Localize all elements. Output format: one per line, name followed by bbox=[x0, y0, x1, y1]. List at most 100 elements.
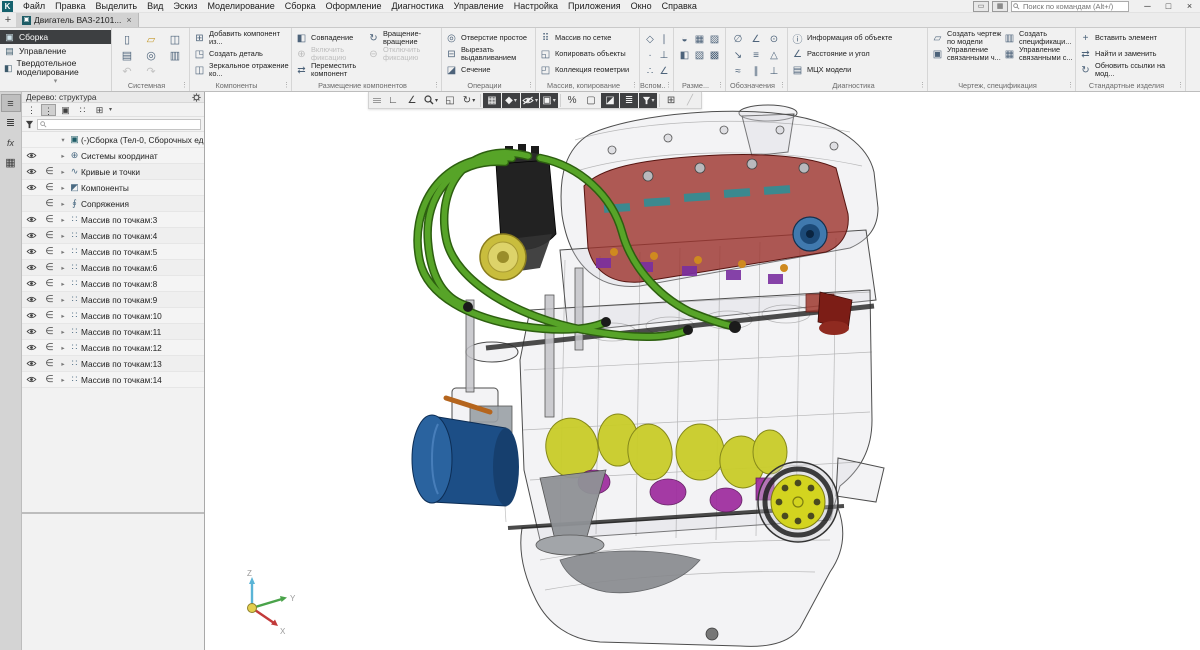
ribbon-command[interactable]: ◧Совпадение bbox=[295, 30, 367, 46]
visibility-eye-icon[interactable] bbox=[22, 215, 41, 225]
mode-tab-solid-modeling[interactable]: ◧ Твердотельное моделирование bbox=[0, 58, 111, 78]
document-tab[interactable]: ▣ Двигатель ВАЗ-2101... × bbox=[16, 13, 139, 27]
filter-funnel-icon[interactable] bbox=[25, 120, 34, 129]
group-options-icon[interactable]: ⋮ bbox=[631, 81, 638, 91]
include-icon[interactable]: ∈ bbox=[41, 230, 58, 241]
tree-view-sequence-icon[interactable]: ⋮ bbox=[41, 104, 56, 116]
group-options-icon[interactable]: ⋮ bbox=[527, 81, 534, 91]
tree-item[interactable]: ∈ ▸ ∷ Массив по точкам:3 bbox=[22, 212, 204, 228]
ribbon-command[interactable]: ⇄Найти и заменить bbox=[1079, 46, 1183, 62]
include-icon[interactable]: ∈ bbox=[41, 326, 58, 337]
tree-item[interactable]: ∈ ▸ ∷ Массив по точкам:4 bbox=[22, 228, 204, 244]
ribbon-command[interactable]: ▥Создать спецификаци... bbox=[1003, 30, 1075, 46]
menu-item[interactable]: Сборка bbox=[280, 1, 321, 11]
include-icon[interactable]: ∈ bbox=[41, 166, 58, 177]
include-icon[interactable]: ∈ bbox=[41, 246, 58, 257]
ribbon-command[interactable]: ◳Создать деталь bbox=[193, 46, 289, 62]
aux-command-icon[interactable]: ⊥ bbox=[660, 50, 669, 61]
designation-command-icon[interactable]: ⊥ bbox=[770, 66, 779, 77]
dimension-command-icon[interactable]: ▨ bbox=[710, 34, 719, 45]
designation-command-icon[interactable]: ∥ bbox=[754, 66, 759, 77]
group-options-icon[interactable]: ⋮ bbox=[919, 81, 926, 91]
layers-icon[interactable]: ≣ bbox=[620, 93, 638, 108]
include-icon[interactable]: ∈ bbox=[41, 198, 58, 209]
tree-item[interactable]: ∈ ▸ ◩ Компоненты bbox=[22, 180, 204, 196]
ribbon-command[interactable]: ▦Управление связанными с... bbox=[1003, 46, 1075, 62]
aux-command-icon[interactable]: ∣ bbox=[662, 34, 667, 45]
tree-item[interactable]: ∈ ▸ ∷ Массив по точкам:5 bbox=[22, 244, 204, 260]
menu-item[interactable]: Приложения bbox=[563, 1, 626, 11]
expand-icon[interactable]: ▸ bbox=[58, 344, 68, 352]
minimize-button[interactable]: ─ bbox=[1137, 0, 1158, 13]
designation-command-icon[interactable]: ≡ bbox=[753, 50, 759, 61]
aux-command-icon[interactable]: ∴ bbox=[647, 66, 653, 77]
expand-icon[interactable]: ▸ bbox=[58, 280, 68, 288]
system-command-icon[interactable]: ◫ bbox=[170, 33, 180, 46]
menu-item[interactable]: Эскиз bbox=[168, 1, 202, 11]
normal-to-plane-icon[interactable]: ∟ bbox=[384, 93, 402, 108]
group-options-icon[interactable]: ⋮ bbox=[283, 81, 290, 91]
group-options-icon[interactable]: ⋮ bbox=[433, 81, 440, 91]
engine-part-breather-cap[interactable] bbox=[480, 234, 526, 280]
aux-command-icon[interactable]: ∙ bbox=[649, 50, 652, 61]
tree-item[interactable]: ∈ ▸ ∷ Массив по точкам:13 bbox=[22, 356, 204, 372]
tree-item[interactable]: ∈ ▸ ∷ Массив по точкам:14 bbox=[22, 372, 204, 388]
designation-command-icon[interactable]: ≈ bbox=[735, 66, 741, 77]
menu-item[interactable]: Моделирование bbox=[202, 1, 279, 11]
include-icon[interactable]: ∈ bbox=[41, 278, 58, 289]
group-options-icon[interactable]: ⋮ bbox=[1067, 81, 1074, 91]
expand-icon[interactable]: ▸ bbox=[58, 168, 68, 176]
visibility-eye-icon[interactable] bbox=[22, 359, 41, 369]
bounding-box-icon[interactable]: ▢ bbox=[582, 93, 600, 108]
menu-item[interactable]: Оформление bbox=[321, 1, 387, 11]
include-icon[interactable]: ∈ bbox=[41, 342, 58, 353]
include-icon[interactable]: ∈ bbox=[41, 214, 58, 225]
expand-icon[interactable]: ▸ bbox=[58, 328, 68, 336]
engine-part-oil-filter[interactable] bbox=[412, 406, 519, 506]
include-icon[interactable]: ∈ bbox=[41, 294, 58, 305]
include-icon[interactable]: ∈ bbox=[41, 310, 58, 321]
tree-item[interactable]: ∈ ▸ ∷ Массив по точкам:8 bbox=[22, 276, 204, 292]
tree-view-structure-icon[interactable]: ⋮ bbox=[24, 104, 39, 116]
rotate-icon[interactable]: ↻▾ bbox=[460, 93, 478, 108]
tree-item[interactable]: ∈ ▸ ∷ Массив по точкам:10 bbox=[22, 308, 204, 324]
aux-command-icon[interactable]: ∠ bbox=[660, 66, 669, 77]
visibility-eye-icon[interactable] bbox=[22, 151, 41, 161]
group-options-icon[interactable]: ⋮ bbox=[665, 81, 672, 91]
visibility-eye-icon[interactable] bbox=[22, 263, 41, 273]
hide-objects-icon[interactable]: ▾ bbox=[521, 93, 539, 108]
ribbon-command[interactable]: ◱Копировать объекты bbox=[539, 46, 637, 62]
display-mode-icon[interactable]: ◆▾ bbox=[502, 93, 520, 108]
variables-panel-icon[interactable]: fx bbox=[1, 134, 21, 152]
snap-icon[interactable]: % bbox=[563, 93, 581, 108]
parameters-panel-icon[interactable]: ▦ bbox=[1, 154, 21, 172]
tree-item[interactable]: ∈ ▸ ∷ Массив по точкам:9 bbox=[22, 292, 204, 308]
tree-assembly-icon[interactable]: ▣ bbox=[58, 104, 73, 116]
expand-icon[interactable]: ▾ bbox=[58, 136, 68, 144]
visibility-eye-icon[interactable] bbox=[22, 231, 41, 241]
menu-item[interactable]: Правка bbox=[50, 1, 90, 11]
ribbon-command[interactable]: ▤МЦХ модели bbox=[791, 62, 925, 78]
ribbon-command[interactable]: ▣Управление связанными ч... bbox=[931, 46, 1003, 62]
designation-command-icon[interactable]: ⊙ bbox=[770, 34, 778, 45]
tree-filter-input[interactable] bbox=[37, 119, 201, 130]
ribbon-command[interactable]: ◪Сечение bbox=[445, 62, 533, 78]
menu-item[interactable]: Диагностика bbox=[386, 1, 448, 11]
list-panel-icon[interactable]: ≣ bbox=[1, 114, 21, 132]
group-options-icon[interactable]: ⋮ bbox=[1177, 81, 1184, 91]
engine-part-cam-bearing[interactable] bbox=[793, 217, 827, 251]
system-command-icon[interactable]: ▤ bbox=[122, 49, 132, 62]
expand-icon[interactable]: ▸ bbox=[58, 360, 68, 368]
visibility-eye-icon[interactable] bbox=[22, 343, 41, 353]
dimension-command-icon[interactable]: ◒ bbox=[681, 34, 687, 45]
ribbon-command[interactable]: ⠿Массив по сетке bbox=[539, 30, 637, 46]
menu-item[interactable]: Вид bbox=[142, 1, 168, 11]
tab-close-icon[interactable]: × bbox=[126, 15, 131, 25]
restore-button[interactable]: □ bbox=[1158, 0, 1179, 13]
tree-array-icon[interactable]: ∷ bbox=[75, 104, 90, 116]
tree-item[interactable]: ∈ ▸ ∷ Массив по точкам:12 bbox=[22, 340, 204, 356]
new-tab-button[interactable]: + bbox=[0, 13, 16, 27]
tree-relations-icon[interactable]: ⊞ bbox=[92, 104, 107, 116]
gear-icon[interactable] bbox=[192, 93, 201, 102]
include-icon[interactable]: ∈ bbox=[41, 262, 58, 273]
